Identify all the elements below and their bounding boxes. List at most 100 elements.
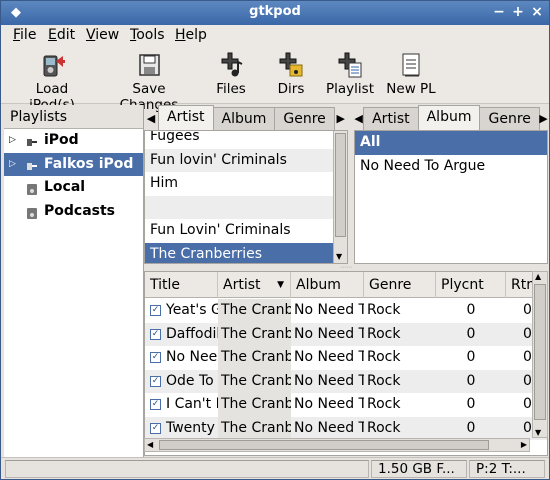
status-bar: 1.50 GB F... P:2 T:... [1,457,549,479]
cell-artist: The Cranb [218,369,291,393]
tab-artist[interactable]: Artist [363,107,419,130]
table-row[interactable]: ✓ No Nee The Cranb No Need T Rock 0 0 [145,346,547,370]
expander-icon[interactable]: ▷ [9,129,16,152]
tab-scroll-left-icon[interactable]: ◀ [354,107,363,130]
tab-artist[interactable]: Artist [158,105,214,130]
column-playcount[interactable]: Plycnt [436,272,506,298]
cell-playcount: 0 [466,349,476,365]
track-checkbox[interactable]: ✓ [150,305,161,316]
list-item[interactable]: Fun Lovin' Criminals [145,219,333,243]
playlist-item-local[interactable]: Local [4,176,143,200]
title-bar[interactable]: ◆ gtkpod − + × [1,1,549,25]
table-row[interactable]: ✓I Can't EThe CranbNo Need TRock00 [145,393,547,417]
tab-album[interactable]: Album [417,105,481,130]
cell-artist: The Cranb [218,299,291,323]
maximize-button[interactable]: + [512,4,524,20]
menu-tools[interactable]: Tools [130,27,165,43]
add-playlist-icon [336,51,364,79]
horizontal-scrollbar[interactable]: ◀ ▶ [144,438,530,452]
scrollbar-thumb[interactable] [335,133,346,237]
cell-album: No Need T [294,302,364,318]
list-item[interactable]: The Cranberries [145,242,333,263]
tab-album[interactable]: Album [212,107,276,130]
tab-scroll-right-icon[interactable]: ▶ [334,107,348,130]
menu-view[interactable]: View [86,27,119,43]
track-checkbox[interactable]: ✓ [150,328,161,340]
minimize-button[interactable]: − [493,4,505,20]
scroll-right-icon[interactable]: ▶ [521,439,527,451]
table-row[interactable]: ✓ Twenty The Cranb No Need T Rock 0 0 [145,416,547,440]
list-item[interactable]: Fugees [145,131,333,149]
expander-icon[interactable]: ▷ [9,153,16,176]
pane-splitter-handle[interactable]: ⋯⋯ [331,265,361,271]
cell-playcount: 0 [466,302,476,318]
cell-title: No Nee [166,349,218,365]
cell-album: No Need T [294,325,364,342]
track-table: Title Artist ▼ Album Genre Plycnt Rtr ✓ Y… [144,271,548,456]
track-checkbox[interactable]: ✓ [150,422,161,434]
column-artist[interactable]: Artist ▼ [218,272,291,298]
save-icon [135,51,163,79]
cell-title: Daffodil [166,325,218,342]
scrollbar-thumb[interactable] [159,440,489,450]
sort-descending-icon: ▼ [277,280,284,290]
add-files-button[interactable]: Files [212,51,250,97]
local-icon [26,181,38,195]
cell-genre: Rock [367,372,401,389]
podcast-icon [26,205,38,219]
add-dirs-button[interactable]: Dirs [273,51,309,97]
scrollbar-thumb[interactable] [534,284,546,420]
menu-help[interactable]: Help [175,27,207,43]
load-ipods-button[interactable]: Load iPod(s) [11,51,93,113]
column-album[interactable]: Album [291,272,364,298]
menu-edit[interactable]: Edit [48,27,75,43]
table-row[interactable]: ✓ Yeat's G The Cranb No Need T Rock 0 0 [145,299,547,323]
new-playlist-icon [397,51,425,79]
track-checkbox[interactable]: ✓ [150,352,161,363]
toolbar: Load iPod(s) Save Changes Files Dirs Pla… [1,47,549,113]
vertical-scrollbar[interactable]: ▼ [333,131,347,263]
stats-status: P:2 T:... [469,460,545,478]
tab-scroll-left-icon[interactable]: ◀ [144,107,158,130]
column-title[interactable]: Title [145,272,218,298]
table-row[interactable]: ✓ Daffodil The Cranb No Need T Rock 0 0 [145,322,547,346]
cell-title: Twenty [166,419,215,436]
scroll-up-icon[interactable]: ▲ [535,272,541,281]
filter1-tabs: ◀ Artist Album Genre ▶ [144,105,351,130]
tab-scroll-right-icon[interactable]: ▶ [539,107,548,130]
menu-file[interactable]: File [13,27,36,43]
tab-genre[interactable]: Genre [479,107,540,130]
ipod-icon [26,134,38,147]
scroll-down-icon[interactable]: ▼ [336,252,342,261]
track-vertical-scrollbar[interactable]: ▲ ▼ [532,271,548,438]
new-playlist-button[interactable]: New PL [385,51,437,97]
cell-playcount: 0 [466,325,476,342]
list-item[interactable]: No Need To Argue [355,155,547,179]
add-playlist-button[interactable]: Playlist [325,51,375,97]
track-checkbox[interactable]: ✓ [150,375,161,387]
table-row[interactable]: ✓ Ode To I The Cranb No Need T Rock 0 0 [145,369,547,393]
playlist-item-podcasts[interactable]: Podcasts [4,200,143,224]
track-checkbox[interactable]: ✓ [150,399,161,410]
scroll-down-icon[interactable]: ▼ [535,428,541,437]
cell-playcount: 0 [466,372,476,389]
close-button[interactable]: × [531,4,543,20]
ipod-load-icon [38,51,66,79]
cell-title: Ode To I [166,372,218,389]
list-item[interactable]: Fun lovin' Criminals [145,148,333,172]
cell-artist: The Cranb [218,346,291,370]
app-window: ◆ gtkpod − + × File Edit View Tools Help… [0,0,550,480]
playlist-item-falkos-ipod[interactable]: ▷ Falkos iPod [4,152,143,176]
list-item[interactable]: Him [145,172,333,196]
playlist-item-ipod[interactable]: ▷ iPod [4,129,143,153]
tab-genre[interactable]: Genre [274,107,335,130]
playlists-header[interactable]: Playlists [4,105,143,129]
column-genre[interactable]: Genre [364,272,436,298]
save-changes-button[interactable]: Save Changes [101,51,197,113]
cell-genre: Rock [367,302,401,318]
cell-album: No Need T [294,419,364,436]
scroll-left-icon[interactable]: ◀ [147,439,153,451]
list-item[interactable] [145,195,333,219]
cell-genre: Rock [367,325,401,342]
list-item[interactable]: All [355,131,547,155]
